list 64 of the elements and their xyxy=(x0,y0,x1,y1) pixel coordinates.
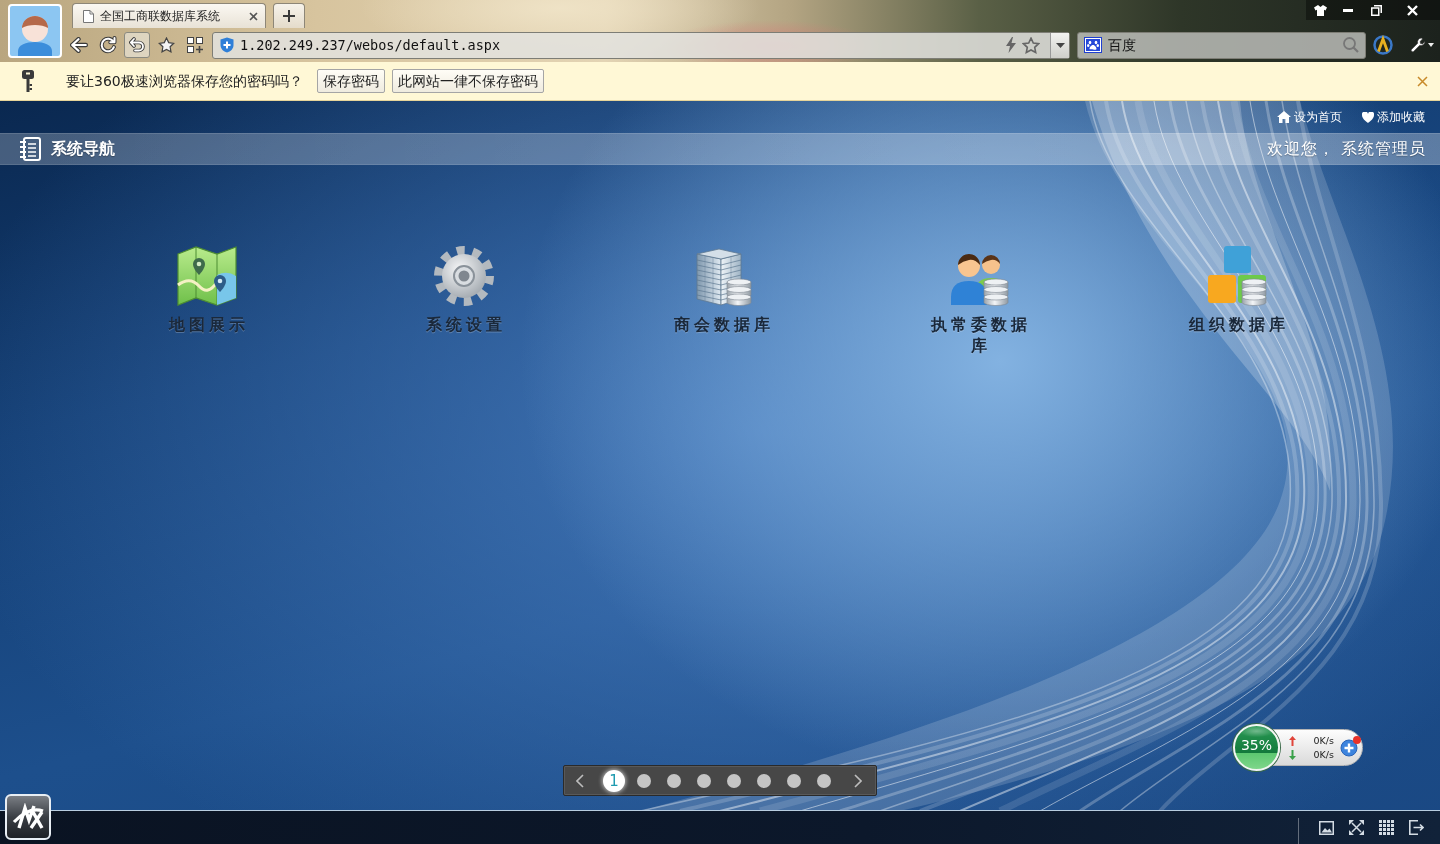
page-dot[interactable] xyxy=(667,773,681,788)
search-field[interactable]: 百度 xyxy=(1077,31,1366,59)
page-title: 系统导航 xyxy=(51,138,115,160)
undo-button[interactable] xyxy=(124,32,150,58)
address-field[interactable]: 1.202.249.237/webos/default.aspx xyxy=(212,31,1070,59)
plus-icon xyxy=(283,10,295,22)
upload-speed: 0K/s xyxy=(1312,735,1334,746)
map-icon xyxy=(175,245,238,307)
caret-icon xyxy=(1055,42,1065,48)
down-arrow-icon xyxy=(1289,749,1296,760)
address-dropdown-button[interactable] xyxy=(1050,32,1069,58)
star-icon[interactable] xyxy=(1022,36,1040,54)
undo-arrow-icon xyxy=(129,37,145,53)
chevron-right-icon[interactable] xyxy=(854,773,862,788)
page-dot[interactable] xyxy=(787,773,801,788)
lightning-icon[interactable] xyxy=(1006,37,1016,53)
heart-icon xyxy=(1362,111,1374,123)
gear-icon xyxy=(433,245,496,307)
back-arrow-icon[interactable] xyxy=(70,37,88,53)
apps-grid-icon[interactable] xyxy=(187,37,203,53)
save-password-button[interactable]: 保存密码 xyxy=(316,69,385,93)
welcome-text: 欢迎您， 系统管理员 xyxy=(1266,138,1426,160)
avatar-icon[interactable] xyxy=(8,4,62,58)
password-prompt-text: 要让360极速浏览器保存您的密码吗？ xyxy=(66,71,303,91)
desktop-shortcut[interactable]: 组织数据库 xyxy=(1184,245,1289,356)
blocks-database-icon xyxy=(1205,245,1268,307)
grid-icon[interactable] xyxy=(1379,820,1394,835)
up-arrow-icon xyxy=(1289,735,1296,746)
refresh-icon[interactable] xyxy=(99,36,117,54)
homepage-link[interactable]: 设为首页 xyxy=(1277,108,1342,126)
notebook-icon xyxy=(19,137,41,161)
paw-icon xyxy=(1084,37,1102,53)
notification-dot-icon xyxy=(1353,735,1361,744)
minimize-icon[interactable] xyxy=(1343,8,1353,12)
new-tab-button[interactable] xyxy=(273,3,305,28)
desktop-shortcut[interactable]: 商会数据库 xyxy=(669,245,774,356)
page-dot[interactable] xyxy=(697,773,711,788)
exit-icon[interactable] xyxy=(1409,820,1424,835)
download-speed: 0K/s xyxy=(1312,749,1334,760)
start-button[interactable] xyxy=(5,794,51,840)
browser-tab[interactable]: 全国工商联数据库系统 xyxy=(72,3,266,28)
home-icon xyxy=(1277,111,1291,123)
shirt-icon[interactable] xyxy=(1313,4,1327,16)
page-icon xyxy=(83,9,94,23)
key-icon xyxy=(22,70,34,92)
page-dot[interactable] xyxy=(637,773,651,788)
expand-arrows-icon[interactable] xyxy=(1349,820,1364,835)
chevron-left-icon[interactable] xyxy=(576,773,584,788)
page-dot[interactable] xyxy=(757,773,771,788)
arch-ring-icon[interactable] xyxy=(1373,35,1393,55)
close-icon[interactable] xyxy=(249,11,258,21)
page-dot[interactable] xyxy=(817,773,831,788)
shield-icon xyxy=(220,37,234,53)
favorites-link[interactable]: 添加收藏 xyxy=(1362,108,1425,126)
restore-icon[interactable] xyxy=(1370,4,1382,16)
caret-icon[interactable] xyxy=(1428,43,1434,47)
page-dot[interactable] xyxy=(727,773,741,788)
logo-icon xyxy=(12,803,44,831)
never-save-password-button[interactable]: 此网站一律不保存密码 xyxy=(391,69,544,93)
picture-icon[interactable] xyxy=(1319,820,1334,835)
usage-gauge: 35% xyxy=(1233,724,1280,771)
star-icon[interactable] xyxy=(157,37,175,53)
wrench-icon[interactable] xyxy=(1410,37,1426,53)
desktop-shortcut[interactable]: 执常委数据库 xyxy=(923,245,1036,356)
